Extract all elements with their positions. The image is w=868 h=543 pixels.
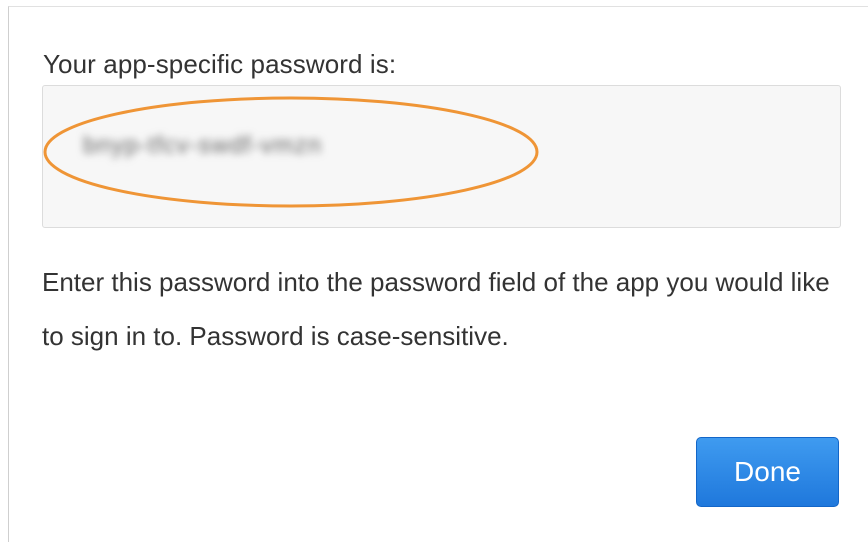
instructions-text: Enter this password into the password fi…	[42, 267, 830, 351]
app-password-dialog: Your app-specific password is: bnyp-tfcv…	[8, 6, 868, 542]
done-button[interactable]: Done	[696, 437, 839, 507]
password-display-box: bnyp-tfcv-swdf-vmzn	[42, 85, 841, 228]
done-button-label: Done	[734, 456, 801, 487]
dialog-heading: Your app-specific password is:	[43, 49, 397, 79]
password-value: bnyp-tfcv-swdf-vmzn	[83, 132, 323, 159]
